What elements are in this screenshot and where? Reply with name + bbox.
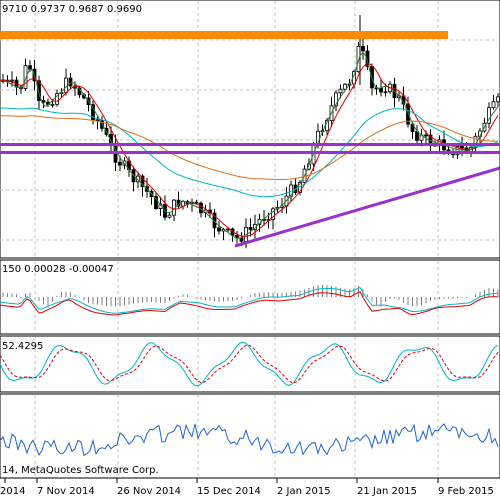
x-axis-label: 9 Feb 2015 [438, 486, 494, 497]
candle-body [248, 226, 253, 230]
stochastic-pane [0, 335, 500, 393]
candle-body [118, 161, 122, 166]
candle-body [424, 134, 428, 137]
candle-body [167, 214, 172, 218]
stochastic-pane-frame [0, 335, 500, 393]
price-chart-window[interactable]: 9710 0.9737 0.9687 0.9690 150 0.00028 -0.… [0, 0, 500, 500]
resistance-zone-line [0, 31, 448, 39]
candle-body [491, 101, 496, 109]
candle-body [41, 100, 46, 103]
copyright-text: 14, MetaQuotes Software Corp. [2, 465, 159, 476]
support-line-upper [0, 143, 500, 146]
macd-header-text: 150 0.00028 -0.00047 [2, 264, 114, 275]
candle-body [496, 96, 500, 103]
price-header-text: 9710 0.9737 0.9687 0.9690 [2, 4, 142, 15]
candle-body [379, 87, 383, 93]
chart-canvas[interactable]: 9710 0.9737 0.9687 0.9690 150 0.00028 -0.… [0, 0, 500, 500]
x-axis-label: 15 Dec 2014 [197, 486, 261, 497]
candle-body [64, 77, 68, 93]
support-line-lower [0, 151, 500, 154]
candle-body [50, 103, 55, 106]
x-axis-label: 2 Jan 2015 [277, 486, 331, 497]
x-axis-label: 2014 [0, 486, 25, 497]
candle-body [199, 202, 203, 214]
candle-body [10, 79, 14, 82]
stochastic-header-text: 52.4295 [2, 341, 43, 352]
candle-body [361, 45, 365, 52]
x-axis-label: 21 Jan 2015 [357, 486, 417, 497]
candle-body [217, 227, 221, 232]
candle-body [460, 146, 464, 149]
candle-body [338, 88, 343, 94]
x-axis-label: 7 Nov 2014 [37, 486, 95, 497]
candle-body [415, 131, 419, 141]
candle-body [194, 201, 199, 204]
candle-body [383, 91, 388, 94]
candle-body [68, 77, 73, 87]
x-axis-label: 26 Nov 2014 [117, 486, 181, 497]
candle-body [343, 83, 347, 90]
